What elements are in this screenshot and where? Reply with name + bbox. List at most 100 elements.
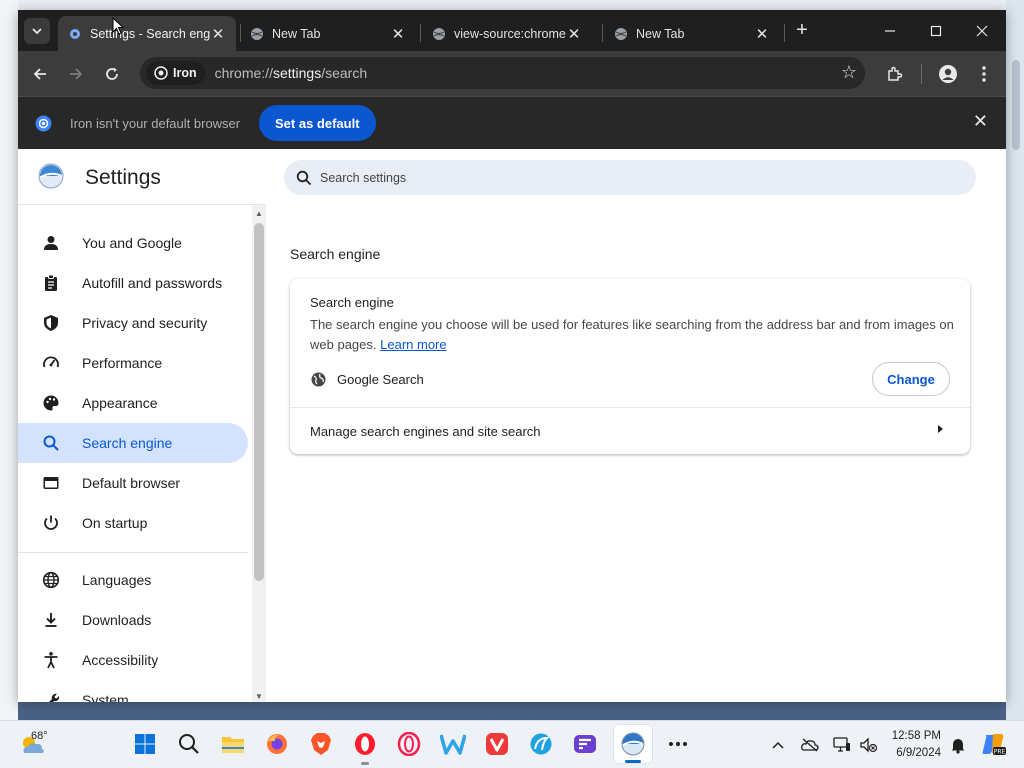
copilot-pre-icon[interactable]: PRE: [980, 731, 1006, 757]
network-icon[interactable]: [832, 735, 852, 755]
opera-gx-icon: [397, 732, 421, 756]
more-icon: [669, 742, 687, 746]
opera-icon: [355, 733, 375, 755]
download-icon: [45, 613, 57, 627]
sidebar-item-accessibility[interactable]: Accessibility: [18, 640, 248, 680]
settings-page: Settings You and Google Autofill and pas…: [18, 149, 1006, 702]
page-title: Settings: [85, 166, 161, 189]
notification-bell-icon[interactable]: [948, 735, 968, 755]
settings-search-input[interactable]: [320, 170, 920, 185]
power-icon: [44, 515, 58, 530]
accessibility-icon: [44, 652, 58, 669]
iron-logo-icon: [154, 66, 168, 80]
sidebar-item-you-and-google[interactable]: You and Google: [18, 223, 248, 263]
scrollbar-thumb[interactable]: [254, 223, 264, 581]
maximize-button[interactable]: [914, 18, 958, 44]
bookmark-star-icon[interactable]: ☆: [841, 62, 857, 83]
waterfox-button[interactable]: [439, 730, 467, 758]
cloud-offline-icon[interactable]: [800, 735, 820, 755]
manage-search-engines-link[interactable]: Manage search engines and site search: [310, 424, 541, 439]
url-scheme: chrome://: [214, 65, 273, 81]
menu-button[interactable]: [970, 60, 998, 88]
close-icon[interactable]: ✕: [210, 25, 226, 43]
sidebar-item-label: Performance: [82, 355, 163, 371]
taskbar-search-button[interactable]: [175, 730, 203, 758]
sidebar-item-default-browser[interactable]: Default browser: [18, 463, 248, 503]
url-text: chrome://settings/search: [215, 65, 368, 81]
floorp-button[interactable]: [571, 730, 599, 758]
opera-button[interactable]: [351, 730, 379, 765]
file-explorer-button[interactable]: [219, 730, 247, 758]
firefox-button[interactable]: [263, 730, 291, 758]
sidebar-item-downloads[interactable]: Downloads: [18, 600, 248, 640]
speaker-muted-icon[interactable]: [858, 735, 878, 755]
settings-sidebar: You and Google Autofill and passwords Pr…: [18, 204, 266, 702]
infobar-message: Iron isn't your default browser: [70, 116, 241, 131]
reload-button[interactable]: [98, 60, 126, 88]
iron-logo-icon: [35, 115, 52, 132]
scroll-up-arrow-icon[interactable]: ▲: [255, 209, 263, 218]
three-dots-vertical-icon: [982, 66, 986, 82]
mouse-cursor-icon: [112, 17, 124, 35]
iron-taskbar-button[interactable]: [614, 725, 652, 763]
sidebar-item-search-engine[interactable]: Search engine: [18, 423, 248, 463]
tab-title: Settings - Search engine: [90, 26, 210, 41]
close-infobar-icon[interactable]: ✕: [973, 111, 988, 132]
tab-strip: Settings - Search engine ✕ New Tab ✕ vie…: [18, 10, 1006, 51]
chip-label: Iron: [173, 66, 197, 80]
desktop-right-edge: [1006, 0, 1024, 720]
search-icon: [43, 435, 59, 451]
back-arrow-icon: [33, 68, 46, 80]
chevron-right-icon[interactable]: [938, 425, 943, 433]
back-button[interactable]: [26, 60, 54, 88]
sidebar-item-label: Autofill and passwords: [82, 275, 223, 291]
site-info-chip[interactable]: Iron: [146, 61, 205, 85]
url-host: settings: [272, 65, 322, 81]
gear-icon: [68, 27, 82, 41]
sidebar-item-languages[interactable]: Languages: [18, 560, 248, 600]
sidebar-item-performance[interactable]: Performance: [18, 343, 248, 383]
windows-start-button[interactable]: [131, 730, 159, 758]
edge-dev-button[interactable]: [527, 730, 555, 758]
scroll-down-arrow-icon[interactable]: ▼: [255, 692, 263, 701]
settings-search-box[interactable]: [284, 160, 976, 195]
tray-overflow-chevron-icon[interactable]: [768, 735, 788, 755]
sidebar-item-on-startup[interactable]: On startup: [18, 503, 248, 543]
extensions-button[interactable]: [880, 60, 908, 88]
new-tab-button[interactable]: +: [791, 20, 813, 42]
tab-view-source[interactable]: view-source:chrome:// ✕: [422, 16, 598, 51]
close-icon[interactable]: ✕: [566, 25, 582, 43]
tab-search-button[interactable]: [24, 18, 50, 44]
vivaldi-button[interactable]: [483, 730, 511, 758]
sidebar-item-system[interactable]: System: [18, 680, 248, 702]
search-icon: [296, 170, 312, 185]
close-icon: [976, 25, 988, 37]
sidebar-item-label: You and Google: [82, 235, 182, 251]
edge-dev-icon: [530, 733, 552, 755]
minimize-button[interactable]: [868, 18, 912, 44]
close-window-button[interactable]: [960, 18, 1004, 44]
more-apps-button[interactable]: [664, 730, 692, 758]
set-as-default-button[interactable]: Set as default: [259, 105, 376, 141]
opera-gx-button[interactable]: [395, 730, 423, 758]
profile-button[interactable]: [934, 60, 962, 88]
tab-settings[interactable]: Settings - Search engine ✕: [58, 16, 236, 51]
brave-button[interactable]: [307, 730, 335, 758]
tab-new-tab[interactable]: New Tab ✕: [240, 16, 416, 51]
tab-new-tab-2[interactable]: New Tab ✕: [604, 16, 780, 51]
sidebar-item-autofill[interactable]: Autofill and passwords: [18, 263, 248, 303]
learn-more-link[interactable]: Learn more: [380, 337, 446, 352]
puzzle-icon: [887, 66, 902, 81]
address-bar[interactable]: Iron chrome://settings/search ☆: [140, 57, 865, 89]
speedometer-icon: [43, 356, 59, 368]
close-icon[interactable]: ✕: [754, 25, 770, 43]
change-button[interactable]: Change: [872, 362, 950, 396]
wrench-icon: [49, 693, 60, 702]
sidebar-item-privacy[interactable]: Privacy and security: [18, 303, 248, 343]
taskbar-clock[interactable]: 12:58 PM 6/9/2024: [889, 728, 941, 762]
shield-icon: [44, 315, 58, 331]
sidebar-item-appearance[interactable]: Appearance: [18, 383, 248, 423]
close-icon[interactable]: ✕: [390, 25, 406, 43]
forward-button[interactable]: [62, 60, 90, 88]
sidebar-scrollbar[interactable]: ▲ ▼: [252, 205, 266, 702]
